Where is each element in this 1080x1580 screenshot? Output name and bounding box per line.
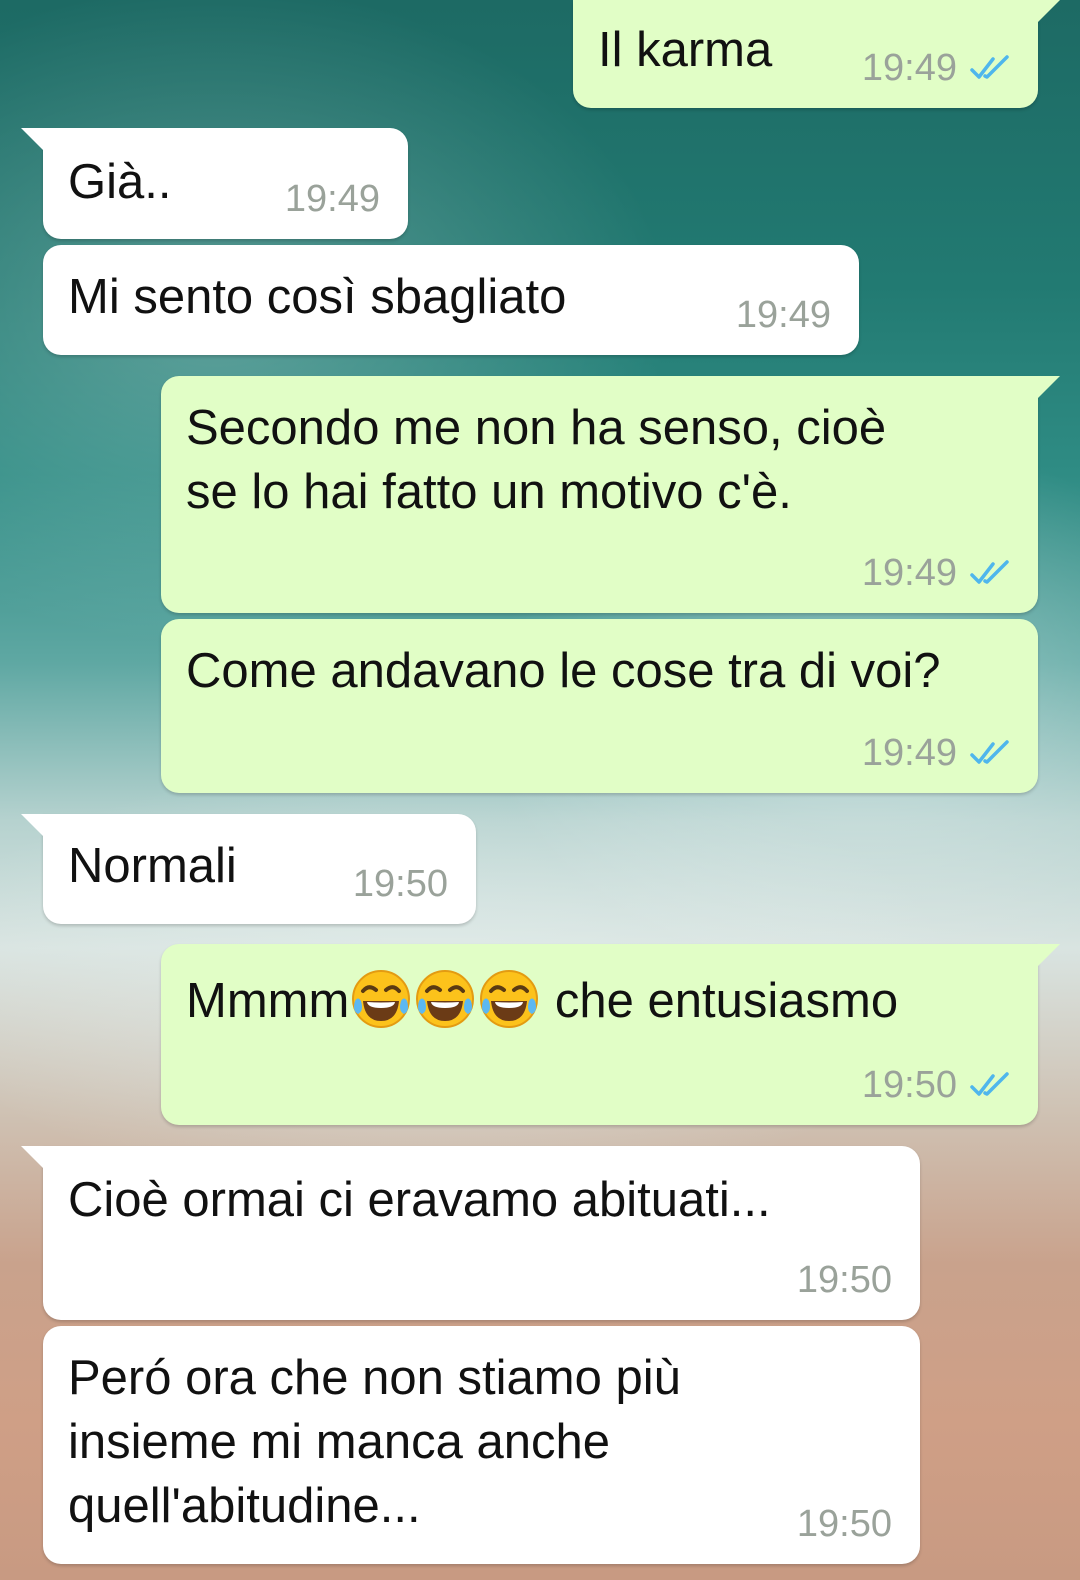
- message-text: Come andavano le cose tra di voi?: [186, 644, 941, 698]
- message-time: 19:49: [861, 552, 957, 594]
- message-text: Cioè ormai ci eravamo abituati...: [68, 1173, 771, 1227]
- message-bubble-incoming[interactable]: Mi sento così sbagliato 19:49: [43, 245, 859, 355]
- message-bubble-outgoing[interactable]: Il karma 19:49: [573, 0, 1060, 108]
- message-bubble-outgoing[interactable]: Mmmm che entusiasmo 19:50: [161, 944, 1060, 1125]
- double-check-read-icon: [970, 55, 1009, 79]
- message-time: 19:49: [861, 732, 957, 774]
- double-check-read-icon: [970, 1072, 1009, 1096]
- message-bubble-incoming[interactable]: Già.. 19:49: [21, 128, 408, 239]
- message-text: Mmmm che entusiasmo: [186, 967, 1013, 1033]
- face-with-tears-of-joy-icon: [480, 970, 539, 1028]
- message-time: 19:49: [284, 178, 380, 220]
- message-meta: 19:49: [736, 295, 831, 335]
- message-time: 19:49: [735, 294, 831, 336]
- message-bubble-outgoing[interactable]: Secondo me non ha senso, cioè se lo hai …: [161, 376, 1060, 613]
- message-time: 19:49: [861, 47, 957, 89]
- message-text-suffix: che entusiasmo: [541, 974, 899, 1028]
- message-meta: 19:50: [353, 864, 448, 904]
- message-meta: 19:49: [285, 179, 380, 219]
- message-bubble-incoming[interactable]: Cioè ormai ci eravamo abituati... 19:50: [21, 1146, 920, 1320]
- message-time: 19:50: [796, 1259, 892, 1301]
- message-text: Secondo me non ha senso, cioè se lo hai …: [186, 401, 887, 519]
- message-meta: 19:49: [862, 733, 1013, 773]
- message-time: 19:50: [796, 1503, 892, 1545]
- message-meta: 19:49: [862, 553, 1013, 593]
- double-check-read-icon: [970, 740, 1009, 764]
- message-meta: 19:50: [797, 1260, 892, 1300]
- message-bubble-incoming[interactable]: Peró ora che non stiamo più insieme mi m…: [43, 1326, 920, 1564]
- message-meta: 19:49: [862, 48, 1013, 88]
- face-with-tears-of-joy-icon: [416, 970, 475, 1028]
- message-bubble-incoming[interactable]: Normali 19:50: [21, 814, 476, 924]
- message-text: Peró ora che non stiamo più insieme mi m…: [68, 1351, 681, 1533]
- message-bubble-outgoing[interactable]: Come andavano le cose tra di voi? 19:49: [161, 619, 1038, 793]
- message-meta: 19:50: [862, 1065, 1013, 1105]
- message-meta: 19:50: [797, 1504, 892, 1544]
- message-text: Mi sento così sbagliato: [68, 270, 567, 324]
- message-time: 19:50: [861, 1064, 957, 1106]
- face-with-tears-of-joy-icon: [352, 970, 411, 1028]
- message-text-prefix: Mmmm: [186, 974, 350, 1028]
- message-time: 19:50: [352, 863, 448, 905]
- double-check-read-icon: [970, 560, 1009, 584]
